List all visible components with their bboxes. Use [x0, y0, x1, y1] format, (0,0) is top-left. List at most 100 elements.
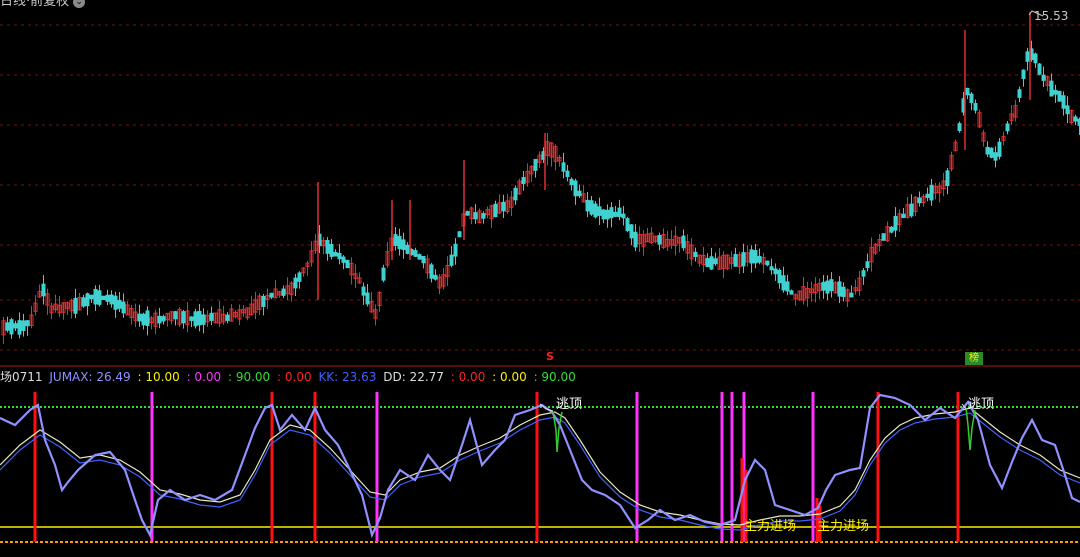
candle-down	[225, 314, 230, 321]
candle-down	[345, 259, 350, 269]
candle-down	[361, 286, 366, 296]
candle-down	[493, 203, 498, 218]
candle-down	[1037, 63, 1042, 75]
candle-down	[785, 281, 790, 292]
candle-down	[9, 319, 14, 335]
candle-down	[197, 310, 202, 326]
candle-down	[621, 213, 626, 219]
candle-down	[709, 256, 714, 270]
candle-down	[597, 206, 602, 216]
candle-down	[73, 297, 78, 314]
candle-down	[893, 215, 898, 231]
candle-down	[1017, 89, 1022, 98]
candle-down	[593, 203, 598, 218]
dd-param-2: : 0.00	[492, 370, 527, 384]
signal-s-marker: S	[546, 350, 554, 363]
chart-title[interactable]: 日线·前复权 ⌄	[0, 0, 86, 10]
candle-down	[329, 243, 334, 257]
candle-down	[41, 283, 46, 297]
candle-down	[333, 252, 338, 257]
candlestick-series[interactable]	[1, 12, 1080, 344]
candle-down	[861, 270, 866, 277]
candle-down	[973, 103, 978, 111]
candle-down	[753, 250, 758, 264]
candle-down	[749, 249, 754, 264]
candle-down	[501, 201, 506, 212]
candle-down	[985, 146, 990, 155]
dd-value: DD: 22.77	[383, 370, 444, 384]
candle-down	[929, 184, 934, 201]
candle-down	[481, 213, 486, 219]
candle-down	[189, 316, 194, 321]
candle-down	[393, 234, 398, 246]
candle-down	[141, 313, 146, 326]
candle-down	[17, 320, 22, 335]
candle-down	[405, 244, 410, 254]
candle-down	[849, 292, 854, 298]
candle-down	[513, 187, 518, 201]
candle-down	[293, 277, 298, 289]
candle-down	[433, 274, 438, 280]
chart-title-text: 日线·前复权	[0, 0, 70, 9]
candle-down	[989, 147, 994, 158]
chevron-down-icon[interactable]: ⌄	[73, 0, 86, 8]
candle-down	[969, 93, 974, 104]
candle-down	[97, 290, 102, 305]
candle-down	[473, 212, 478, 220]
candle-down	[453, 243, 458, 257]
candle-down	[633, 231, 638, 248]
escape-top-label-1: 逃顶	[556, 397, 583, 412]
candle-down	[573, 180, 578, 197]
jumax-line	[0, 393, 1080, 539]
candle-down	[341, 256, 346, 263]
candle-down	[777, 269, 782, 284]
candle-down	[781, 275, 786, 291]
candle-down	[457, 231, 462, 238]
candle-down	[105, 294, 110, 302]
candle-down	[381, 267, 386, 281]
candle-down	[521, 177, 526, 185]
candle-down	[117, 299, 122, 309]
kk-value: KK: 23.63	[318, 370, 377, 384]
kk-line	[0, 407, 1080, 526]
candle-down	[681, 235, 686, 249]
candle-down	[765, 260, 770, 266]
candle-down	[925, 193, 930, 198]
candle-down	[561, 162, 566, 172]
candle-down	[297, 272, 302, 282]
candle-down	[85, 293, 90, 307]
candle-down	[625, 218, 630, 231]
candle-down	[585, 199, 590, 212]
candle-down	[613, 211, 618, 217]
candle-down	[1021, 69, 1026, 79]
candle-down	[533, 158, 538, 171]
candle-down	[201, 314, 206, 325]
candle-down	[881, 233, 886, 241]
candle-down	[93, 288, 98, 305]
candle-down	[589, 200, 594, 215]
candle-down	[397, 235, 402, 250]
candle-down	[1005, 123, 1010, 132]
candle-down	[757, 255, 762, 263]
candle-down	[837, 281, 842, 297]
candle-down	[945, 170, 950, 187]
indicator-header[interactable]: 场0711 JUMAX: 26.49 : 10.00 : 0.00 : 90.0…	[0, 369, 579, 385]
candle-down	[821, 281, 826, 291]
stock-chart[interactable]	[0, 0, 1080, 557]
candle-down	[917, 197, 922, 204]
candle-down	[145, 310, 150, 327]
candle-down	[173, 311, 178, 320]
price-grid	[0, 24, 1080, 351]
candle-down	[705, 258, 710, 268]
escape-top-label-2: 逃顶	[968, 397, 995, 412]
rank-badge[interactable]: 榜	[965, 352, 983, 365]
candle-down	[113, 295, 118, 310]
candle-down	[957, 123, 962, 132]
candle-down	[565, 170, 570, 177]
candle-down	[901, 213, 906, 218]
candle-down	[417, 254, 422, 260]
candle-down	[5, 322, 10, 331]
candle-down	[13, 323, 18, 329]
candle-down	[769, 266, 774, 271]
candle-down	[413, 250, 418, 257]
